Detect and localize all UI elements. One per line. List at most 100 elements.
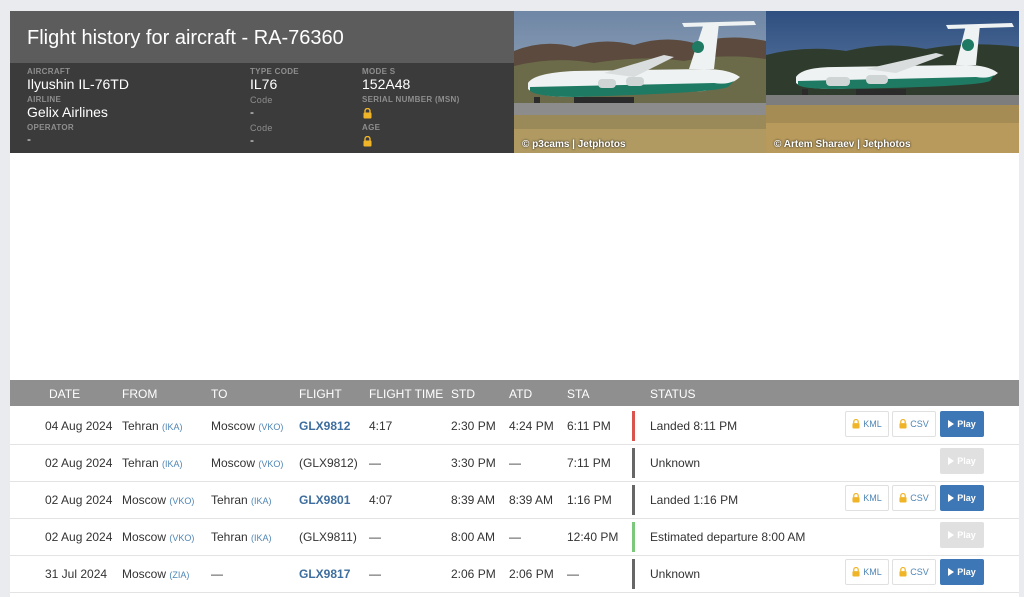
- play-button[interactable]: Play: [940, 411, 984, 437]
- from-airport-code[interactable]: (IKA): [162, 459, 183, 469]
- from-city: Tehran: [122, 419, 159, 433]
- mode-s-label: MODE S: [362, 67, 396, 76]
- table-row: 02 Aug 2024 Moscow (VKO) Tehran (IKA) GL…: [10, 481, 1019, 519]
- to-city: Moscow: [211, 456, 256, 470]
- status-cell: Landed 8:11 PM: [650, 419, 738, 433]
- table-row: 02 Aug 2024 Tehran (IKA) Moscow (VKO) (G…: [10, 444, 1019, 482]
- atd-cell: —: [509, 456, 521, 470]
- status-indicator: [632, 559, 635, 589]
- airline-label: AIRLINE: [27, 95, 62, 104]
- to-city: Tehran: [211, 530, 248, 544]
- to-airport-code[interactable]: (VKO): [258, 422, 283, 432]
- flight-number-link[interactable]: GLX9817: [299, 567, 350, 581]
- to-airport-code[interactable]: (VKO): [258, 459, 283, 469]
- mode-s-value: 152A48: [362, 76, 411, 92]
- airline-code-label: Code: [250, 95, 273, 105]
- column-header-from: FROM: [122, 387, 158, 401]
- status-indicator: [632, 522, 635, 552]
- page: Flight history for aircraft - RA-76360 A…: [10, 11, 1019, 597]
- column-header-date: DATE: [49, 387, 81, 401]
- from-cell: Moscow (ZIA): [122, 567, 189, 581]
- date-cell: 02 Aug 2024: [45, 456, 113, 470]
- operator-label: OPERATOR: [27, 123, 74, 132]
- std-cell: 3:30 PM: [451, 456, 496, 470]
- from-cell: Tehran (IKA): [122, 456, 183, 470]
- atd-cell: 8:39 AM: [509, 493, 554, 507]
- date-cell: 02 Aug 2024: [45, 493, 113, 507]
- csv-button[interactable]: CSV: [892, 411, 936, 437]
- column-header-atd: ATD: [509, 387, 533, 401]
- play-label: Play: [957, 419, 976, 429]
- airline-value[interactable]: Gelix Airlines: [27, 104, 108, 120]
- atd-cell: —: [509, 530, 521, 544]
- from-cell: Moscow (VKO): [122, 493, 194, 507]
- from-airport-code[interactable]: (ZIA): [169, 570, 189, 580]
- csv-button[interactable]: CSV: [892, 485, 936, 511]
- flight-time-cell: —: [369, 530, 381, 544]
- play-label: Play: [957, 456, 976, 466]
- table-row: 02 Aug 2024 Moscow (VKO) Tehran (IKA) (G…: [10, 518, 1019, 556]
- from-airport-code[interactable]: (VKO): [169, 496, 194, 506]
- lock-icon: [852, 419, 860, 429]
- from-cell: Moscow (VKO): [122, 530, 194, 544]
- sta-cell: 1:16 PM: [567, 493, 612, 507]
- column-header-std: STD: [451, 387, 475, 401]
- column-header-sta: STA: [567, 387, 590, 401]
- play-icon: [948, 494, 955, 502]
- type-code-label: TYPE CODE: [250, 67, 299, 76]
- age-label: AGE: [362, 123, 381, 132]
- lock-icon: [899, 419, 907, 429]
- sta-cell: —: [567, 567, 579, 581]
- std-cell: 2:30 PM: [451, 419, 496, 433]
- csv-button[interactable]: CSV: [892, 559, 936, 585]
- status-indicator: [632, 485, 635, 515]
- status-cell: Unknown: [650, 456, 701, 470]
- photo-credit[interactable]: © Artem Sharaev | Jetphotos: [774, 139, 911, 150]
- lock-icon: [363, 136, 372, 147]
- to-cell: Tehran (IKA): [211, 493, 272, 507]
- play-label: Play: [957, 530, 976, 540]
- date-cell: 31 Jul 2024: [45, 567, 108, 581]
- status-cell: Estimated departure 8:00 AM: [650, 530, 806, 544]
- photo-credit[interactable]: © p3cams | Jetphotos: [522, 139, 626, 150]
- aircraft-photo-1[interactable]: © p3cams | Jetphotos: [514, 11, 766, 153]
- type-code-value: IL76: [250, 76, 278, 92]
- play-button[interactable]: Play: [940, 559, 984, 585]
- from-city: Moscow: [122, 530, 167, 544]
- kml-button[interactable]: KML: [845, 411, 889, 437]
- from-city: Tehran: [122, 456, 159, 470]
- flight-time-cell: —: [369, 456, 381, 470]
- lock-icon: [899, 567, 907, 577]
- to-airport-code[interactable]: (IKA): [251, 496, 272, 506]
- kml-label: KML: [863, 567, 882, 577]
- lock-icon: [899, 493, 907, 503]
- std-cell: 2:06 PM: [451, 567, 496, 581]
- to-cell: —: [211, 567, 223, 581]
- play-icon: [948, 531, 955, 539]
- play-icon: [948, 457, 955, 465]
- from-city: Moscow: [122, 567, 167, 581]
- to-city: Tehran: [211, 493, 248, 507]
- kml-button[interactable]: KML: [845, 485, 889, 511]
- kml-button[interactable]: KML: [845, 559, 889, 585]
- csv-label: CSV: [910, 567, 929, 577]
- from-city: Moscow: [122, 493, 167, 507]
- lock-icon: [363, 108, 372, 119]
- operator-code-label: Code: [250, 123, 273, 133]
- status-indicator: [632, 411, 635, 441]
- from-airport-code[interactable]: (VKO): [169, 533, 194, 543]
- lock-icon: [852, 567, 860, 577]
- flight-number-link[interactable]: GLX9812: [299, 419, 350, 433]
- to-airport-code[interactable]: (IKA): [251, 533, 272, 543]
- aircraft-photo-2[interactable]: © Artem Sharaev | Jetphotos: [766, 11, 1019, 153]
- aircraft-photo-image: [766, 11, 1019, 153]
- play-button[interactable]: Play: [940, 485, 984, 511]
- airline-code-value: -: [250, 105, 254, 119]
- flight-time-cell: —: [369, 567, 381, 581]
- lock-icon: [852, 493, 860, 503]
- from-airport-code[interactable]: (IKA): [162, 422, 183, 432]
- flight-number-link[interactable]: GLX9801: [299, 493, 350, 507]
- play-label: Play: [957, 567, 976, 577]
- play-button-disabled: Play: [940, 448, 984, 474]
- aircraft-value: Ilyushin IL-76TD: [27, 76, 129, 92]
